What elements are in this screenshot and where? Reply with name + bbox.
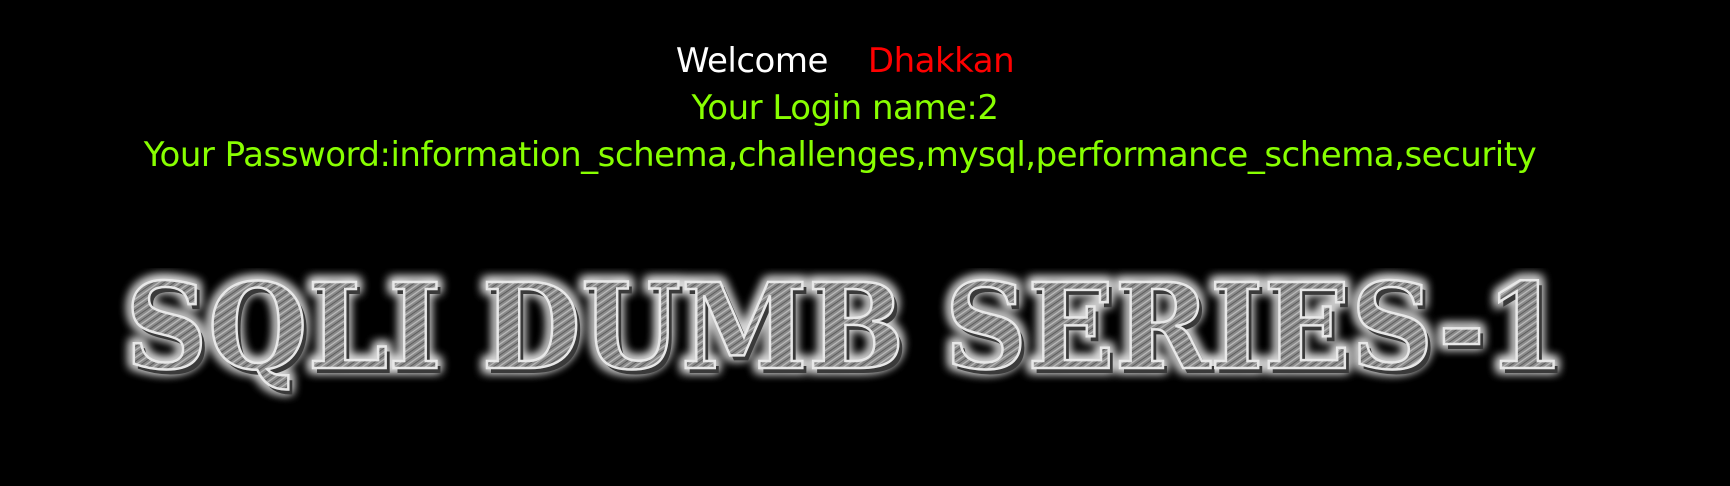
login-info: Welcome Dhakkan Your Login name:2 Your Pa…	[0, 38, 1690, 179]
banner-text: SQLI DUMB SERIES-1	[125, 268, 1565, 396]
welcome-line: Welcome Dhakkan	[0, 38, 1690, 85]
welcome-username: Dhakkan	[867, 41, 1015, 81]
password-line: Your Password:information_schema,challen…	[143, 135, 1537, 175]
series-banner: SQLI DUMB SERIES-1 SQLI DUMB SERIES-1 SQ…	[0, 268, 1730, 408]
page: Welcome Dhakkan Your Login name:2 Your Pa…	[0, 0, 1730, 486]
login-name-line: Your Login name:2	[691, 88, 999, 128]
welcome-label: Welcome	[675, 41, 829, 81]
